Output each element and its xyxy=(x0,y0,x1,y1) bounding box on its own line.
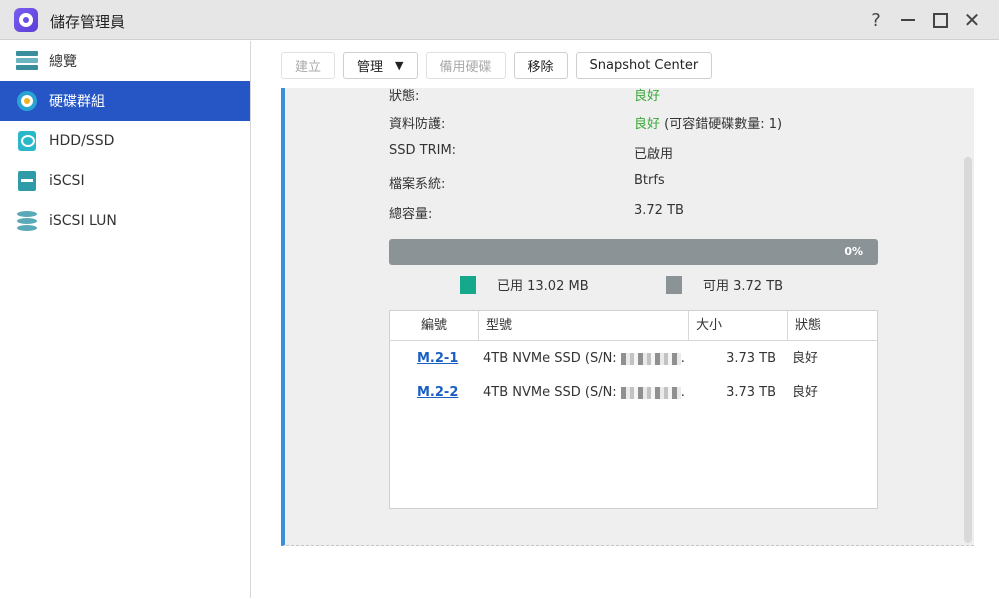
protection-value: 良好 (可容錯硬碟數量: 1) xyxy=(634,113,782,132)
status-label: 狀態: xyxy=(389,89,420,104)
iscsi-lun-icon xyxy=(17,211,37,231)
sidebar: 總覽 硬碟群組 HDD/SSD iSCSI iSCSI LUN xyxy=(0,41,251,598)
sidebar-item-overview[interactable]: 總覽 xyxy=(0,41,250,81)
free-label: 可用 3.72 TB xyxy=(703,279,784,294)
column-status[interactable]: 狀態 xyxy=(788,311,877,341)
capacity-value: 3.72 TB xyxy=(634,203,684,218)
table-row[interactable]: M.2-1 4TB NVMe SSD (S/N:. 3.73 TB 良好 xyxy=(390,342,877,376)
free-swatch xyxy=(666,275,682,294)
disk-size: 3.73 TB xyxy=(726,385,776,400)
status-value: 良好 xyxy=(634,89,661,104)
usage-percent: 0% xyxy=(844,245,863,258)
sidebar-item-hdd-ssd[interactable]: HDD/SSD xyxy=(0,121,250,161)
table-row[interactable]: M.2-2 4TB NVMe SSD (S/N:. 3.73 TB 良好 xyxy=(390,376,877,410)
storage-pool-icon xyxy=(17,91,37,111)
disk-size: 3.73 TB xyxy=(726,351,776,366)
trim-value: 已啟用 xyxy=(634,147,674,162)
maximize-button[interactable] xyxy=(928,8,952,32)
sidebar-item-label: iSCSI xyxy=(49,173,85,189)
snapshot-center-button[interactable]: Snapshot Center xyxy=(575,52,713,79)
disk-id-link[interactable]: M.2-2 xyxy=(417,376,458,410)
redacted-serial xyxy=(620,386,681,399)
disk-model-text: 4TB NVMe SSD (S/N: xyxy=(483,351,617,366)
table-header: 編號 型號 大小 狀態 xyxy=(390,311,877,341)
window-title: 儲存管理員 xyxy=(50,13,126,31)
remove-button[interactable]: 移除 xyxy=(513,52,568,79)
hdd-ssd-icon xyxy=(18,131,36,151)
column-id[interactable]: 編號 xyxy=(390,311,479,341)
protection-status: 良好 xyxy=(634,117,661,132)
toolbar: 建立 管理 ▼ 備用硬碟 移除 Snapshot Center xyxy=(281,52,713,79)
sidebar-item-label: 總覽 xyxy=(49,54,77,70)
manage-button-label: 管理 xyxy=(357,60,384,75)
create-button[interactable]: 建立 xyxy=(281,52,336,79)
protection-label: 資料防護: xyxy=(389,117,446,132)
usage-bar: 0% xyxy=(389,239,878,265)
trim-label: SSD TRIM: xyxy=(389,143,457,158)
storage-pool-detail-panel: 狀態: 良好 資料防護: 良好 (可容錯硬碟數量: 1) SSD TRIM: 已… xyxy=(281,88,974,546)
capacity-label: 總容量: xyxy=(389,207,433,222)
disk-id-link[interactable]: M.2-1 xyxy=(417,342,458,376)
filesystem-label: 檔案系統: xyxy=(389,177,446,192)
close-button[interactable]: ✕ xyxy=(960,8,984,32)
column-model[interactable]: 型號 xyxy=(479,311,689,341)
iscsi-icon xyxy=(18,171,36,191)
used-swatch xyxy=(460,275,476,294)
redacted-serial xyxy=(620,352,681,365)
manage-button[interactable]: 管理 ▼ xyxy=(343,52,418,79)
sidebar-item-label: HDD/SSD xyxy=(49,133,115,149)
chevron-down-icon: ▼ xyxy=(395,59,404,72)
protection-note: (可容錯硬碟數量: 1) xyxy=(660,117,783,132)
disk-model: 4TB NVMe SSD (S/N:. xyxy=(483,376,685,410)
disk-table: 編號 型號 大小 狀態 M.2-1 4TB NVMe SSD (S/N:. 3.… xyxy=(389,310,878,509)
sidebar-item-iscsi[interactable]: iSCSI xyxy=(0,161,250,201)
overview-icon xyxy=(16,51,38,71)
hot-spare-button[interactable]: 備用硬碟 xyxy=(425,52,506,79)
title-bar: 儲存管理員 ? ✕ xyxy=(0,0,999,40)
column-size[interactable]: 大小 xyxy=(689,311,788,341)
disk-model: 4TB NVMe SSD (S/N:. xyxy=(483,342,685,376)
sidebar-item-label: 硬碟群組 xyxy=(49,94,105,110)
legend-used: 已用 13.02 MB xyxy=(460,275,589,294)
disk-model-suffix: . xyxy=(680,351,685,366)
filesystem-value: Btrfs xyxy=(634,173,665,188)
disk-model-text: 4TB NVMe SSD (S/N: xyxy=(483,385,617,400)
legend-free: 可用 3.72 TB xyxy=(666,275,783,294)
minimize-button[interactable] xyxy=(896,8,920,32)
sidebar-item-storage-pool[interactable]: 硬碟群組 xyxy=(0,81,250,121)
used-label: 已用 13.02 MB xyxy=(497,279,589,294)
disk-status: 良好 xyxy=(792,351,819,366)
sidebar-item-label: iSCSI LUN xyxy=(49,213,117,229)
storage-manager-icon xyxy=(14,8,38,32)
disk-status: 良好 xyxy=(792,385,819,400)
sidebar-item-iscsi-lun[interactable]: iSCSI LUN xyxy=(0,201,250,241)
help-button[interactable]: ? xyxy=(864,8,888,32)
disk-model-suffix: . xyxy=(680,385,685,400)
scrollbar[interactable] xyxy=(964,157,972,543)
